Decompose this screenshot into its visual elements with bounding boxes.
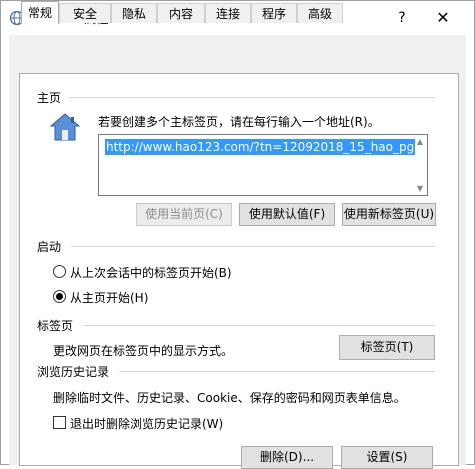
tab-content[interactable]: 内容 — [157, 3, 205, 23]
use-current-button[interactable]: 使用当前页(C) — [136, 203, 232, 226]
home-group-label: 主页 — [37, 89, 66, 106]
tabs-group-divider — [83, 325, 435, 326]
radio-home-page[interactable] — [53, 290, 66, 303]
history-description: 删除临时文件、历史记录、Cookie、保存的密码和网页表单信息。 — [53, 391, 406, 405]
startup-last-session-option[interactable]: 从上次会话中的标签页开始(B) — [53, 264, 232, 282]
tabs-description: 更改网页在标签页中的显示方式。 — [53, 344, 234, 358]
startup-group-divider — [71, 246, 435, 247]
delete-on-exit-label: 退出时删除浏览历史记录(W) — [70, 417, 224, 431]
scroll-up-icon[interactable]: ▲ — [417, 137, 423, 146]
delete-history-button[interactable]: 删除(D)... — [241, 446, 333, 469]
startup-group-label: 启动 — [37, 238, 66, 255]
home-description: 若要创建多个主标签页，请在每行输入一个地址(R)。 — [98, 115, 380, 129]
tab-security[interactable]: 安全 — [59, 3, 111, 23]
startup-home-page-option[interactable]: 从主页开始(H) — [53, 289, 148, 307]
home-icon — [49, 113, 81, 141]
help-button[interactable]: ? — [389, 5, 415, 31]
internet-properties-window: Internet 属性 ? ✕ 常规 安全 隐私 内容 连接 程序 高级 主页 … — [0, 0, 475, 469]
tab-advanced[interactable]: 高级 — [297, 3, 343, 23]
close-button[interactable]: ✕ — [428, 5, 458, 31]
tab-connections[interactable]: 连接 — [205, 3, 251, 23]
history-group-label: 浏览历史记录 — [37, 363, 114, 380]
tabs-settings-button[interactable]: 标签页(T) — [339, 335, 435, 360]
tab-privacy[interactable]: 隐私 — [111, 3, 157, 23]
home-page-url-text: http://www.hao123.com/?tn=12092018_15_ha… — [105, 139, 416, 155]
delete-on-exit-option[interactable]: 退出时删除浏览历史记录(W) — [53, 415, 223, 433]
radio-last-session[interactable] — [53, 265, 66, 278]
startup-last-session-label: 从上次会话中的标签页开始(B) — [70, 266, 232, 280]
use-default-button[interactable]: 使用默认值(F) — [239, 203, 335, 226]
tabs-group-label: 标签页 — [37, 317, 78, 334]
use-new-tab-button[interactable]: 使用新标签页(U) — [342, 203, 436, 226]
startup-home-page-label: 从主页开始(H) — [70, 291, 149, 305]
scroll-down-icon[interactable]: ▼ — [417, 184, 423, 193]
home-group-divider — [69, 97, 435, 98]
history-group-divider — [119, 371, 435, 372]
home-page-url-textarea[interactable]: http://www.hao123.com/?tn=12092018_15_ha… — [98, 134, 428, 196]
delete-on-exit-checkbox[interactable] — [53, 416, 66, 429]
tab-general[interactable]: 常规 — [21, 1, 59, 24]
history-settings-button[interactable]: 设置(S) — [341, 446, 433, 469]
tab-programs[interactable]: 程序 — [251, 3, 297, 23]
